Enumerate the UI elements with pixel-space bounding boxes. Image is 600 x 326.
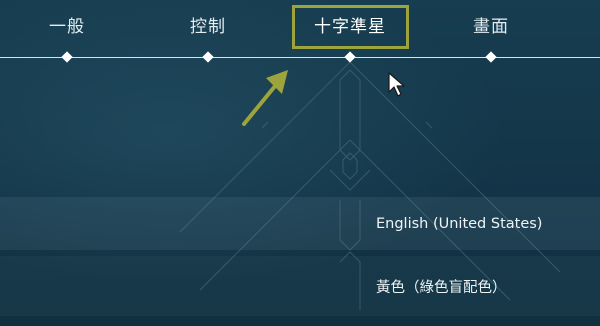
language-value[interactable]: English (United States) [376, 197, 542, 250]
tab-general[interactable]: 一般 [49, 14, 85, 40]
settings-row-language[interactable]: English (United States) [0, 197, 600, 250]
pointer-cursor-icon [388, 72, 405, 97]
settings-tab-bar: 一般 控制 十字準星 畫面 [0, 0, 600, 63]
settings-row-color[interactable]: 黃色（綠色盲配色） [0, 256, 600, 316]
tab-crosshair[interactable]: 十字準星 [314, 14, 386, 40]
tab-video[interactable]: 畫面 [473, 14, 509, 40]
color-value[interactable]: 黃色（綠色盲配色） [376, 256, 507, 316]
tab-divider-line [0, 57, 600, 58]
tab-controls[interactable]: 控制 [190, 14, 226, 40]
annotation-arrow-icon [242, 70, 288, 126]
